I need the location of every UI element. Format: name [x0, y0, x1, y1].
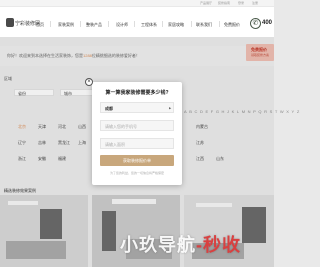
nav-divider — [80, 21, 81, 27]
main-navigation: 宁彩装修网 首页 家装案例 整装产品 设计师 工程体系 家居攻略 联系我们 免费… — [0, 7, 274, 37]
topbar-link[interactable]: 注册 — [252, 1, 258, 5]
get-quote-button[interactable]: 获取装修报价单 — [100, 155, 174, 166]
topbar-link[interactable]: 装修指南 — [218, 1, 230, 5]
top-utility-bar: 产品展厅 装修指南 登录 注册 — [0, 0, 274, 6]
hotline[interactable]: ✆ 400 — [250, 17, 274, 31]
phone-icon: ✆ — [250, 18, 261, 29]
topbar-link[interactable]: 产品展厅 — [200, 1, 212, 5]
nav-item-guides[interactable]: 家居攻略 — [168, 22, 184, 28]
nav-item-engineering[interactable]: 工程体系 — [141, 22, 157, 28]
logo-mark — [6, 18, 14, 27]
caret-right-icon: ▶ — [169, 106, 172, 110]
nav-divider — [191, 21, 192, 27]
modal-city-select[interactable]: 成都 ▶ — [100, 102, 174, 113]
nav-item-cases[interactable]: 家装案例 — [58, 22, 74, 28]
nav-item-contact[interactable]: 联系我们 — [196, 22, 212, 28]
modal-title: 算一算我家装修需要多少钱? — [105, 90, 169, 96]
watermark-accent: -秒收 — [196, 235, 241, 255]
phone-input[interactable]: 请输入您的手机号 — [100, 120, 174, 131]
nav-item-quote[interactable]: 免费报价 — [224, 22, 240, 28]
nav-divider — [162, 21, 163, 27]
watermark: 小玖导航-秒收 — [120, 231, 241, 257]
nav-item-home[interactable]: 首页 — [36, 22, 44, 28]
nav-divider — [134, 21, 135, 27]
nav-divider — [219, 21, 220, 27]
phone-input-placeholder: 请输入您的手机号 — [105, 124, 137, 129]
modal-city-value: 成都 — [105, 106, 113, 111]
nav-divider — [50, 21, 51, 27]
area-input[interactable]: 请输入面积 — [100, 138, 174, 149]
area-input-placeholder: 请输入面积 — [105, 142, 125, 147]
nav-item-products[interactable]: 整装产品 — [86, 22, 102, 28]
hotline-number: 400 — [262, 20, 273, 26]
get-quote-label: 获取装修报价单 — [123, 158, 151, 163]
privacy-note: 为了您的利益，您的一切信息将严格保密 — [109, 171, 164, 175]
site-logo[interactable]: 宁彩装修网 — [6, 18, 40, 27]
quote-modal: 算一算我家装修需要多少钱? 成都 ▶ 请输入您的手机号 请输入面积 获取装修报价… — [92, 82, 182, 185]
watermark-main: 小玖导航 — [120, 235, 196, 255]
close-icon[interactable]: × — [85, 78, 93, 86]
topbar-link[interactable]: 登录 — [238, 1, 244, 5]
nav-item-designers[interactable]: 设计师 — [116, 22, 128, 28]
nav-divider — [108, 21, 109, 27]
